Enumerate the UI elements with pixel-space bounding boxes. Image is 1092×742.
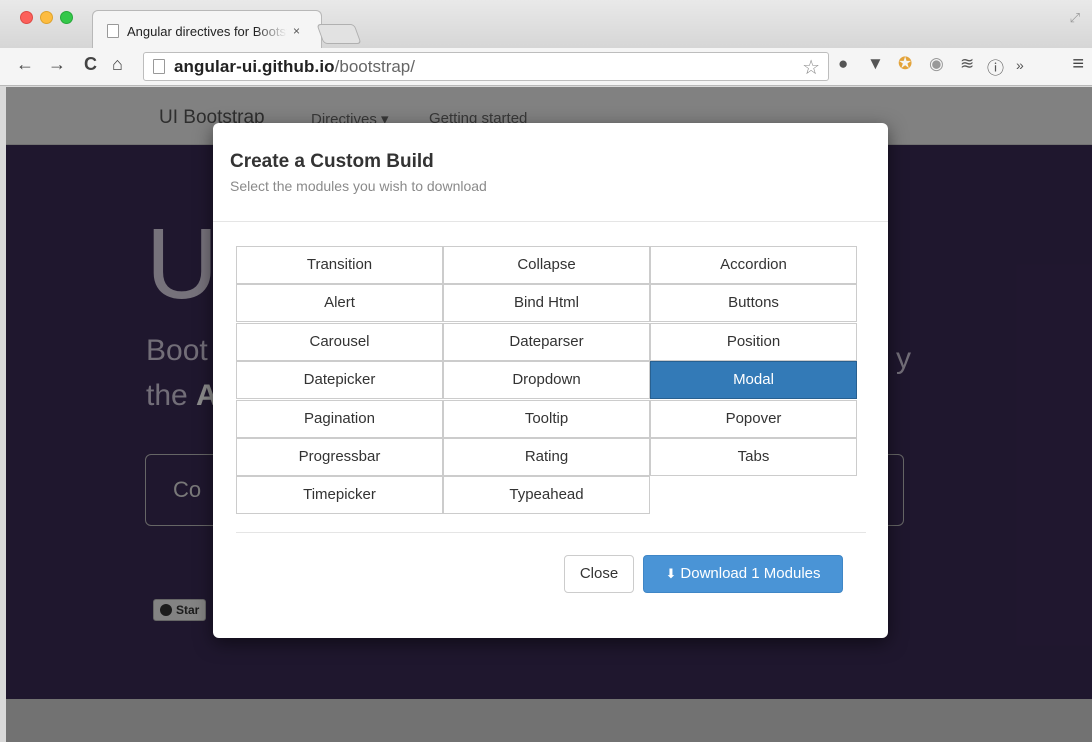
password-manager-icon[interactable]: ⓘ (987, 54, 1004, 79)
module-option-dateparser[interactable]: Dateparser (443, 322, 650, 361)
download-button-label: Download 1 Modules (680, 565, 821, 582)
bookmark-star-icon[interactable]: ☆ (802, 55, 820, 80)
forward-icon[interactable]: → (48, 54, 66, 75)
module-option-popover[interactable]: Popover (650, 399, 857, 438)
module-option-pagination[interactable]: Pagination (236, 399, 443, 438)
module-option-buttons[interactable]: Buttons (650, 284, 857, 323)
module-option-transition[interactable]: Transition (236, 246, 443, 284)
minimize-window-button[interactable] (40, 11, 53, 24)
download-modules-button[interactable]: ⬇ Download 1 Modules (643, 555, 843, 593)
modal-divider (236, 532, 866, 533)
module-option-timepicker[interactable]: Timepicker (236, 476, 443, 515)
module-option-accordion[interactable]: Accordion (650, 246, 857, 284)
fullscreen-icon[interactable]: ⤢ (1070, 10, 1080, 26)
buffer-icon[interactable]: ≋ (960, 54, 974, 74)
zoom-window-button[interactable] (60, 11, 73, 24)
address-bar[interactable]: angular-ui.github.io/bootstrap/ ☆ (143, 52, 829, 81)
reload-icon[interactable]: C (84, 54, 97, 75)
browser-tab[interactable]: Angular directives for Bootstrap × (92, 10, 322, 48)
page-favicon-icon (107, 24, 119, 38)
home-icon[interactable]: ⌂ (112, 54, 123, 75)
extension-icon[interactable]: ◉ (929, 54, 944, 74)
menu-icon[interactable]: ≡ (1072, 53, 1084, 76)
module-option-carousel[interactable]: Carousel (236, 322, 443, 361)
close-button-label: Close (579, 565, 619, 582)
new-tab-button[interactable] (316, 24, 362, 44)
module-option-position[interactable]: Position (650, 322, 857, 361)
module-option-dropdown[interactable]: Dropdown (443, 361, 650, 400)
module-option-datepicker[interactable]: Datepicker (236, 361, 443, 400)
modal-subtitle: Select the modules you wish to download (230, 178, 487, 194)
module-option-alert[interactable]: Alert (236, 284, 443, 323)
tab-title: Angular directives for Bootstrap (127, 23, 287, 39)
more-extensions-icon[interactable]: » (1016, 57, 1024, 73)
tab-close-icon[interactable]: × (293, 24, 300, 38)
back-icon[interactable]: ← (16, 54, 34, 75)
custom-build-modal: Create a Custom Build Select the modules… (213, 123, 888, 638)
extension-icon[interactable]: ✪ (898, 54, 912, 74)
url-path: /bootstrap/ (334, 56, 415, 76)
module-option-progressbar[interactable]: Progressbar (236, 438, 443, 476)
page-icon (153, 59, 165, 74)
module-option-tabs[interactable]: Tabs (650, 438, 857, 476)
module-option-collapse[interactable]: Collapse (443, 246, 650, 284)
module-option-tooltip[interactable]: Tooltip (443, 399, 650, 438)
module-option-typeahead[interactable]: Typeahead (443, 476, 650, 515)
close-button[interactable]: Close (564, 555, 634, 593)
pocket-icon[interactable]: ▼ (867, 54, 884, 74)
evernote-icon[interactable]: ● (838, 54, 848, 74)
close-window-button[interactable] (20, 11, 33, 24)
browser-titlebar: Angular directives for Bootstrap × ⤢ (0, 0, 1092, 48)
modal-header: Create a Custom Build Select the modules… (213, 123, 888, 222)
module-option-rating[interactable]: Rating (443, 438, 650, 476)
module-option-bind-html[interactable]: Bind Html (443, 284, 650, 323)
module-option-modal[interactable]: Modal (650, 361, 857, 400)
download-icon: ⬇ (665, 566, 677, 581)
url-host: angular-ui.github.io (174, 56, 335, 76)
browser-toolbar: ← → C ⌂ angular-ui.github.io/bootstrap/ … (0, 48, 1092, 86)
modal-title: Create a Custom Build (230, 151, 434, 172)
